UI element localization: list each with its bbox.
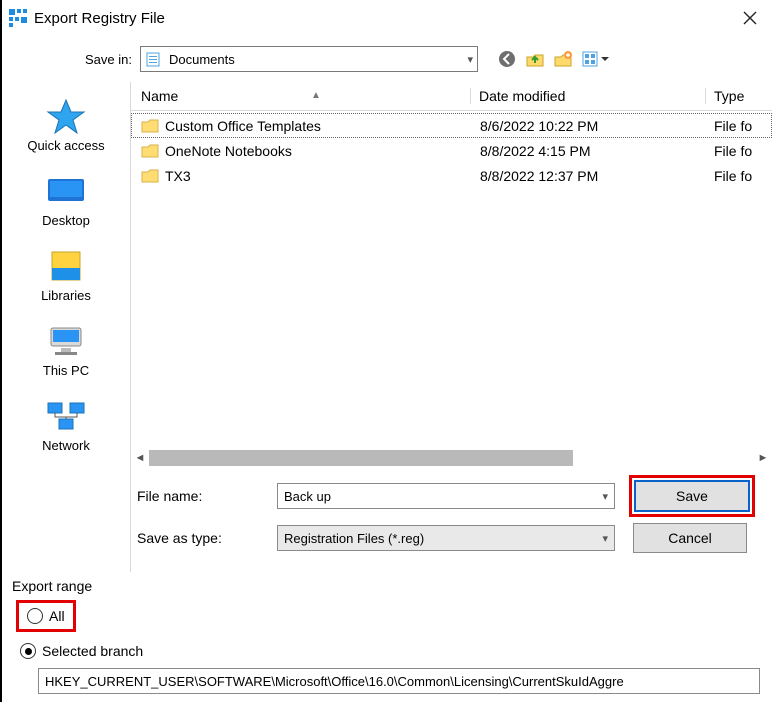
column-headers: Name ▲ Date modified Type <box>131 82 772 111</box>
save-in-value: Documents <box>169 52 235 67</box>
column-date[interactable]: Date modified <box>470 88 705 104</box>
export-range-group: Export range All Selected branch HKEY_CU… <box>2 572 772 702</box>
file-list[interactable]: Custom Office Templates 8/6/2022 10:22 P… <box>131 111 772 448</box>
filename-label: File name: <box>131 488 277 504</box>
file-name: Custom Office Templates <box>165 118 321 134</box>
sidebar-item-desktop[interactable]: Desktop <box>2 167 130 232</box>
file-row[interactable]: Custom Office Templates 8/6/2022 10:22 P… <box>131 113 772 138</box>
this-pc-icon <box>42 321 90 361</box>
sidebar-item-label: This PC <box>43 363 89 378</box>
folder-icon <box>141 118 159 134</box>
back-button[interactable] <box>496 48 518 70</box>
file-list-panel: Name ▲ Date modified Type Custom Office … <box>130 82 772 572</box>
export-range-legend: Export range <box>12 578 764 594</box>
network-icon <box>42 396 90 436</box>
cancel-button[interactable]: Cancel <box>633 523 747 553</box>
new-folder-button[interactable] <box>552 48 574 70</box>
file-type: File fo <box>706 143 772 159</box>
sidebar-item-network[interactable]: Network <box>2 392 130 457</box>
save-in-dropdown[interactable]: Documents ▾ <box>140 46 478 72</box>
folder-icon <box>141 168 159 184</box>
close-button[interactable] <box>728 0 772 36</box>
selected-branch-value: HKEY_CURRENT_USER\SOFTWARE\Microsoft\Off… <box>45 674 624 689</box>
savetype-label: Save as type: <box>131 530 277 546</box>
window-title: Export Registry File <box>34 10 728 27</box>
sidebar-item-label: Quick access <box>27 138 104 153</box>
column-name[interactable]: Name ▲ <box>141 88 470 104</box>
horizontal-scrollbar[interactable]: ◄ ► <box>131 448 772 468</box>
save-in-row: Save in: Documents ▾ <box>2 36 772 82</box>
radio-selected-branch[interactable]: Selected branch <box>20 640 764 662</box>
scroll-right-icon[interactable]: ► <box>754 449 772 467</box>
selected-branch-input[interactable]: HKEY_CURRENT_USER\SOFTWARE\Microsoft\Off… <box>38 668 760 694</box>
file-name: OneNote Notebooks <box>165 143 292 159</box>
file-date: 8/8/2022 12:37 PM <box>472 168 706 184</box>
chevron-down-icon: ▾ <box>467 53 473 66</box>
scroll-track[interactable] <box>149 450 754 466</box>
save-in-label: Save in: <box>62 52 140 67</box>
radio-selected-label: Selected branch <box>42 643 143 659</box>
sidebar-item-libraries[interactable]: Libraries <box>2 242 130 307</box>
radio-icon <box>27 608 43 624</box>
file-date: 8/8/2022 4:15 PM <box>472 143 706 159</box>
column-name-label: Name <box>141 88 178 104</box>
file-type: File fo <box>706 168 772 184</box>
view-menu-button[interactable] <box>580 48 612 70</box>
folder-toolbar <box>496 48 612 70</box>
libraries-icon <box>42 246 90 286</box>
lower-form: File name: Back up ▾ Save Save as type: … <box>131 468 772 572</box>
filename-value: Back up <box>284 489 331 504</box>
save-button[interactable]: Save <box>634 480 750 512</box>
scroll-thumb[interactable] <box>149 450 573 466</box>
file-name: TX3 <box>165 168 191 184</box>
desktop-icon <box>42 171 90 211</box>
radio-icon <box>20 643 36 659</box>
radio-all-label: All <box>49 608 65 624</box>
sidebar-item-quick-access[interactable]: Quick access <box>2 92 130 157</box>
file-date: 8/6/2022 10:22 PM <box>472 118 706 134</box>
scroll-left-icon[interactable]: ◄ <box>131 449 149 467</box>
all-highlight: All <box>16 600 76 632</box>
file-type: File fo <box>706 118 772 134</box>
documents-folder-icon <box>145 50 163 68</box>
star-icon <box>42 96 90 136</box>
file-row[interactable]: TX3 8/8/2022 12:37 PM File fo <box>131 163 772 188</box>
column-type[interactable]: Type <box>705 88 772 104</box>
savetype-dropdown[interactable]: Registration Files (*.reg) ▾ <box>277 525 615 551</box>
titlebar: Export Registry File <box>2 0 772 36</box>
chevron-down-icon: ▾ <box>602 490 608 503</box>
sidebar-item-this-pc[interactable]: This PC <box>2 317 130 382</box>
places-sidebar: Quick access Desktop Libraries This PC <box>2 82 130 572</box>
folder-icon <box>141 143 159 159</box>
sidebar-item-label: Libraries <box>41 288 91 303</box>
export-dialog: Export Registry File Save in: Documents … <box>0 0 772 702</box>
chevron-down-icon: ▾ <box>602 532 608 545</box>
savetype-value: Registration Files (*.reg) <box>284 531 424 546</box>
sidebar-item-label: Network <box>42 438 90 453</box>
file-row[interactable]: OneNote Notebooks 8/8/2022 4:15 PM File … <box>131 138 772 163</box>
sort-ascending-icon: ▲ <box>311 90 321 101</box>
sidebar-item-label: Desktop <box>42 213 90 228</box>
registry-app-icon <box>8 8 28 28</box>
up-one-level-button[interactable] <box>524 48 546 70</box>
radio-all[interactable]: All <box>21 605 71 627</box>
main-area: Quick access Desktop Libraries This PC <box>2 82 772 572</box>
filename-input[interactable]: Back up ▾ <box>277 483 615 509</box>
save-highlight: Save <box>629 475 755 517</box>
